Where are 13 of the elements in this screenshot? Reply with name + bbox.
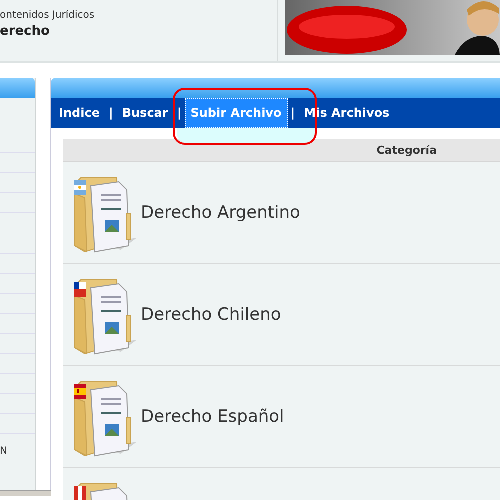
panel-header	[0, 78, 35, 98]
sidebar-item[interactable]: N	[0, 446, 8, 457]
category-link[interactable]: Derecho Argentino	[141, 202, 300, 222]
category-link[interactable]: Derecho Chileno	[141, 304, 282, 324]
nav-link[interactable]: Buscar	[116, 98, 174, 128]
category-link[interactable]: Derecho Español	[141, 406, 284, 426]
column-header: Categoría	[376, 144, 437, 156]
nav-separator: |	[176, 105, 183, 122]
site-title: erecho	[0, 24, 51, 39]
site-subtitle: ontenidos Jurídicos	[0, 10, 96, 21]
nav-link[interactable]: Indice	[53, 98, 106, 128]
nav-separator: |	[108, 105, 114, 122]
nav-separator: |	[290, 105, 296, 122]
